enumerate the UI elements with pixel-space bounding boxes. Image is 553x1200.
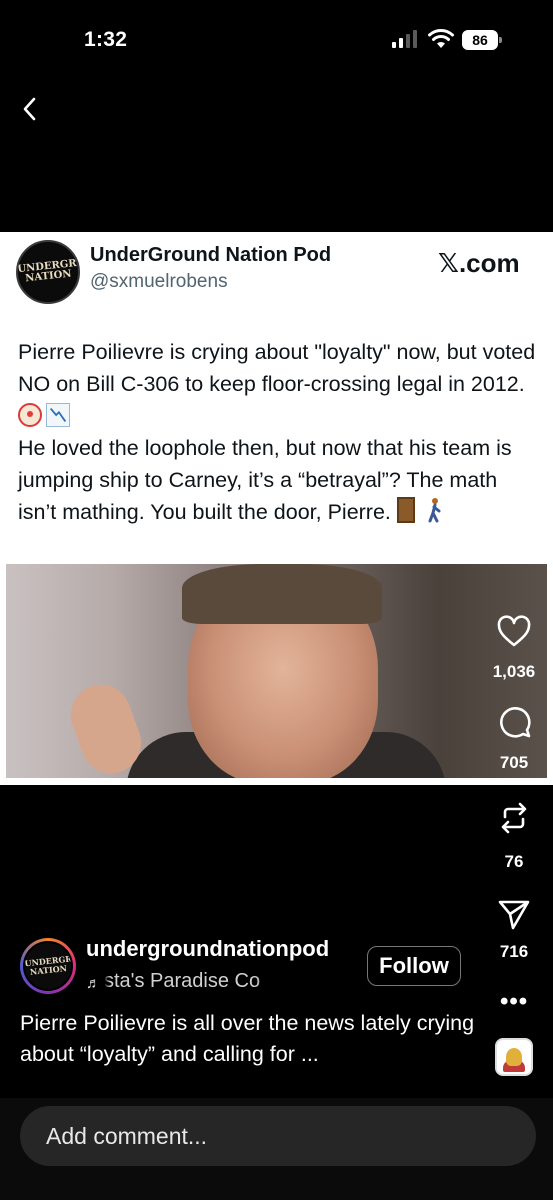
music-note-icon: ♬ [86,975,101,992]
tweet-text-part1: Pierre Poilievre is crying about "loyalt… [18,340,536,396]
shares-count: 716 [499,942,529,961]
battery-level: 86 [462,30,498,50]
send-icon[interactable] [496,896,532,932]
audio-track-label[interactable]: sta's Paradise Co [104,970,294,993]
tweet-handle: @sxmuelrobens [90,271,228,292]
audio-thumbnail[interactable] [495,1038,533,1076]
cellular-signal-icon [392,30,417,48]
reposts-count: 76 [504,852,524,871]
tweet-photo [6,564,547,778]
comment-input[interactable] [20,1106,536,1166]
repost-icon[interactable] [496,800,532,836]
post-username[interactable]: undergroundnationpod [86,936,329,962]
comments-count: 705 [499,753,529,772]
chart-decreasing-icon [46,403,70,427]
post-caption[interactable]: Pierre Poilievre is all over the news la… [20,1008,480,1070]
avatar-logo-text: UNDERGROUND NATION [24,950,73,977]
tweet-text: Pierre Poilievre is crying about "loyalt… [18,336,538,528]
wifi-icon [428,29,454,48]
status-time: 1:32 [84,28,128,51]
tweet-card: UNDERGROUND NATION UnderGround Nation Po… [0,232,553,785]
comment-icon[interactable] [496,704,532,740]
profile-avatar[interactable]: UNDERGROUND NATION [20,938,76,994]
battery-icon: 86 [462,30,502,50]
tweet-avatar: UNDERGROUND NATION [16,240,80,304]
heart-icon[interactable] [496,614,532,650]
tweet-display-name: UnderGround Nation Pod [90,244,332,266]
clown-face-icon [18,403,42,427]
person-walking-icon [428,498,441,523]
door-icon [396,497,415,523]
follow-button[interactable]: Follow [367,946,461,986]
chevron-left-icon[interactable] [18,94,42,124]
avatar-logo-text: UNDERGROUND NATION [17,254,80,285]
x-logo: 𝕏.com [438,248,520,278]
more-icon[interactable]: ••• [500,988,528,1016]
likes-count: 1,036 [492,662,536,681]
